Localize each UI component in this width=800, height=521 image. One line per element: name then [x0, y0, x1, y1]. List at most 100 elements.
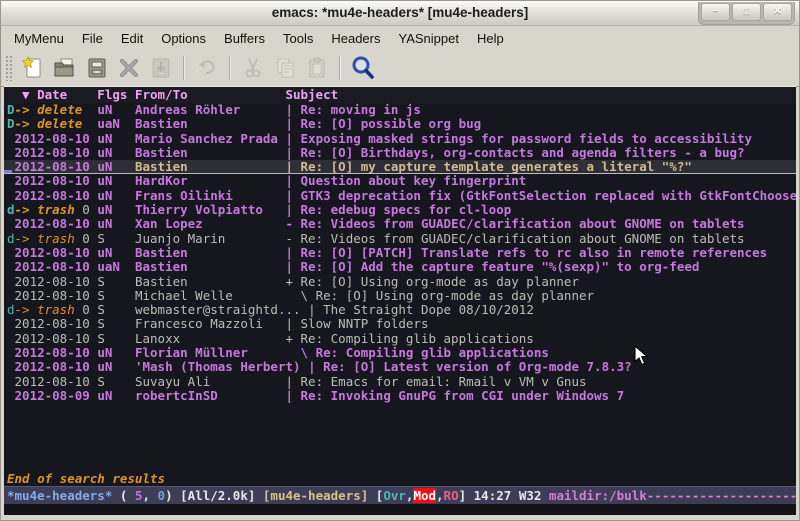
mark-char	[7, 346, 15, 360]
mark-char: D	[7, 103, 15, 117]
subject: | Re: [O] possible org bug	[285, 117, 481, 131]
save-icon[interactable]	[82, 53, 112, 83]
mark-char	[7, 275, 15, 289]
minimize-button[interactable]: −	[701, 3, 730, 21]
close-buffer-icon[interactable]	[114, 53, 144, 83]
mark-char	[7, 174, 15, 188]
date: 2012-08-10	[15, 174, 98, 188]
message-row[interactable]: d-> trash 0 S Juanjo Marin - Re: Videos …	[4, 232, 796, 246]
modeline-plain: [	[368, 488, 383, 503]
subject: | Slow NNTP folders	[285, 317, 428, 331]
open-folder-icon[interactable]	[50, 53, 80, 83]
message-row[interactable]: d-> trash 0 uN Thierry Volpiatto | Re: e…	[4, 203, 796, 217]
message-row[interactable]: 2012-08-10 uN Bastien | Re: [O] my captu…	[4, 160, 796, 174]
message-list: D-> delete uN Andreas Röhler | Re: movin…	[4, 103, 796, 472]
toolbar-separator	[339, 56, 341, 80]
mark-count: 0	[75, 203, 98, 217]
date: 2012-08-10	[15, 132, 98, 146]
date: 2012-08-10	[15, 275, 98, 289]
message-row[interactable]: 2012-08-10 uN Xan Lopez - Re: Videos fro…	[4, 217, 796, 231]
flags: uN	[97, 217, 135, 231]
menu-tools[interactable]: Tools	[274, 28, 322, 49]
search-icon[interactable]	[348, 53, 378, 83]
menu-yasnippet[interactable]: YASnippet	[389, 28, 467, 49]
message-row[interactable]: 2012-08-09 uN robertcInSD | Re: Invoking…	[4, 389, 796, 403]
message-row[interactable]: 2012-08-10 S Suvayu Ali | Re: Emacs for …	[4, 375, 796, 389]
message-row[interactable]: D-> delete uN Andreas Röhler | Re: movin…	[4, 103, 796, 117]
from: Frans Oilinki	[135, 189, 286, 203]
toolbar-separator	[183, 56, 185, 80]
mark-char: d	[7, 303, 15, 317]
close-button[interactable]: ✕	[763, 3, 792, 21]
from: Juanjo Marin	[135, 232, 286, 246]
cut-icon	[238, 53, 268, 83]
from: Bastien	[135, 260, 286, 274]
message-row[interactable]: 2012-08-10 S Michael Welle \ Re: [O] Usi…	[4, 289, 796, 303]
menu-mymenu[interactable]: MyMenu	[5, 28, 73, 49]
from: Michael Welle	[135, 289, 286, 303]
message-row[interactable]: 2012-08-10 uN Frans Oilinki | GTK3 depre…	[4, 189, 796, 203]
message-row[interactable]: d-> trash 0 S webmaster@straightd... | T…	[4, 303, 796, 317]
mark-char: d	[7, 232, 15, 246]
mark-count	[82, 117, 97, 131]
subject: | GTK3 deprecation fix (GtkFontSelection…	[285, 189, 796, 203]
title-bar[interactable]: emacs: *mu4e-headers* [mu4e-headers] −□✕	[1, 1, 799, 26]
flags: S	[97, 275, 135, 289]
window-title: emacs: *mu4e-headers* [mu4e-headers]	[272, 5, 529, 20]
message-row[interactable]: 2012-08-10 S Francesco Mazzoli | Slow NN…	[4, 317, 796, 331]
message-row[interactable]: 2012-08-10 S Lanoxx + Re: Compiling glib…	[4, 332, 796, 346]
message-row[interactable]: 2012-08-10 uN Bastien | Re: [O] Birthday…	[4, 146, 796, 160]
headers-column-header[interactable]: ▼ Date Flgs From/To Subject	[4, 87, 796, 103]
mark-char	[7, 260, 15, 274]
menu-headers[interactable]: Headers	[322, 28, 389, 49]
modeline-khaki: [mu4e-headers]	[263, 488, 368, 503]
mark-char	[7, 289, 15, 303]
new-file-icon[interactable]	[18, 53, 48, 83]
date: 2012-08-10	[15, 332, 98, 346]
message-row[interactable]: D-> delete uaN Bastien | Re: [O] possibl…	[4, 117, 796, 131]
message-row[interactable]: 2012-08-10 S Bastien + Re: [O] Using org…	[4, 275, 796, 289]
message-row[interactable]: 2012-08-10 uN HardKor | Question about k…	[4, 174, 796, 188]
from: Thierry Volpiatto	[135, 203, 286, 217]
message-row[interactable]: 2012-08-10 uN Mario Sanchez Prada | Expo…	[4, 132, 796, 146]
menu-file[interactable]: File	[73, 28, 112, 49]
subject: | Re: [O] [PATCH] Translate refs to rc a…	[285, 246, 767, 260]
from: Florian Müllner	[135, 346, 286, 360]
message-row[interactable]: 2012-08-10 uaN Bastien | Re: [O] Add the…	[4, 260, 796, 274]
message-row[interactable]: 2012-08-10 uN Bastien | Re: [O] [PATCH] …	[4, 246, 796, 260]
modeline-plain: ,	[142, 488, 157, 503]
flags: uN	[97, 389, 135, 403]
flags: uN	[97, 132, 135, 146]
maximize-button[interactable]: □	[732, 3, 761, 21]
message-row[interactable]: 2012-08-10 uN 'Mash (Thomas Herbert) | R…	[4, 360, 796, 374]
flags: uN	[97, 246, 135, 260]
echo-area[interactable]	[4, 504, 796, 515]
menu-help[interactable]: Help	[468, 28, 513, 49]
message-row[interactable]: 2012-08-10 uN Florian Müllner \ Re: Comp…	[4, 346, 796, 360]
mark-char	[7, 360, 15, 374]
mark-char: d	[7, 203, 15, 217]
flags: uN	[97, 346, 135, 360]
undo-icon	[192, 53, 222, 83]
modeline-buffer: *mu4e-headers*	[7, 488, 112, 503]
menu-edit[interactable]: Edit	[112, 28, 152, 49]
from: Lanoxx	[135, 332, 286, 346]
subject: | The Straight Dope 08/10/2012	[301, 303, 534, 317]
subject: | Re: Emacs for email: Rmail v VM v Gnus	[285, 375, 586, 389]
mark-count: 0	[75, 303, 98, 317]
date: 2012-08-10	[15, 375, 98, 389]
toolbar-grip-handle[interactable]	[5, 55, 13, 81]
mark-char	[7, 246, 15, 260]
menu-buffers[interactable]: Buffers	[215, 28, 274, 49]
date: 2012-08-10	[15, 146, 98, 160]
date: 2012-08-10	[15, 217, 98, 231]
date: 2012-08-09	[15, 389, 98, 403]
date: 2012-08-10	[15, 260, 98, 274]
modeline-pink: ----------------------------------------…	[647, 488, 796, 503]
flags: uaN	[97, 260, 135, 274]
subject: \ Re: [O] Using org-mode as day planner	[285, 289, 594, 303]
mark-char	[7, 146, 15, 160]
menu-options[interactable]: Options	[152, 28, 215, 49]
save-as-icon	[146, 53, 176, 83]
mark-char	[7, 217, 15, 231]
